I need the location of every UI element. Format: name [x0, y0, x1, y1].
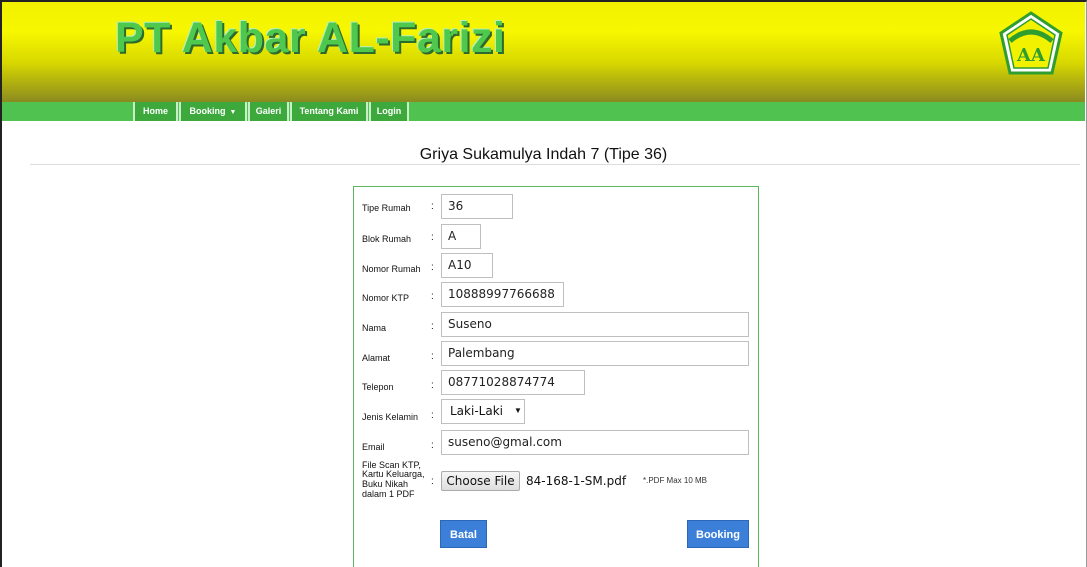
tipe-rumah-label: Tipe Rumah: [362, 203, 411, 213]
separator: :: [431, 476, 434, 487]
divider: [30, 164, 1080, 165]
nama-label: Nama: [362, 323, 387, 333]
alamat-label: Alamat: [362, 353, 391, 363]
cancel-button[interactable]: Batal: [440, 520, 487, 548]
tipe-rumah-input[interactable]: 36: [441, 194, 513, 219]
booking-button[interactable]: Booking: [687, 520, 749, 548]
separator: :: [431, 380, 434, 391]
email-label: Email: [362, 442, 385, 452]
separator: :: [431, 321, 434, 332]
file-size-hint: *.PDF Max 10 MB: [643, 476, 708, 485]
nav-login[interactable]: Login: [369, 102, 409, 121]
jenis-kelamin-select[interactable]: Laki-Laki: [441, 399, 525, 424]
separator: :: [431, 201, 434, 212]
jenis-kelamin-label: Jenis Kelamin: [362, 412, 419, 422]
nav-home[interactable]: Home: [133, 102, 178, 121]
company-logo-icon: AA: [999, 11, 1063, 75]
separator: :: [431, 410, 434, 421]
separator: :: [431, 351, 434, 362]
separator: :: [431, 291, 434, 302]
selected-file-name: 84-168-1-SM.pdf: [526, 474, 627, 488]
separator: :: [431, 440, 434, 451]
separator: :: [431, 262, 434, 273]
nav-tentang-kami-label: Tentang Kami: [299, 106, 359, 116]
nama-input[interactable]: Suseno: [441, 312, 749, 337]
nomor-rumah-label: Nomor Rumah: [362, 264, 421, 274]
telepon-input[interactable]: 08771028874774: [441, 370, 585, 395]
choose-file-button[interactable]: Choose File: [441, 471, 520, 491]
nav-tentang-kami[interactable]: Tentang Kami: [290, 102, 368, 121]
separator: :: [431, 232, 434, 243]
blok-rumah-input[interactable]: A: [441, 224, 481, 249]
nav-booking[interactable]: Booking ▼: [179, 102, 247, 121]
chevron-down-icon: ▼: [514, 406, 522, 415]
email-input[interactable]: suseno@gmal.com: [441, 430, 749, 455]
nomor-rumah-input[interactable]: A10: [441, 253, 493, 278]
nav-home-label: Home: [142, 106, 168, 116]
nav-galeri-label: Galeri: [255, 106, 282, 116]
alamat-input[interactable]: Palembang: [441, 341, 749, 366]
page-title: Griya Sukamulya Indah 7 (Tipe 36): [419, 146, 668, 163]
telepon-label: Telepon: [362, 382, 394, 392]
file-label-line-4: dalam 1 PDF: [362, 489, 415, 499]
nav-galeri[interactable]: Galeri: [248, 102, 289, 121]
nav-booking-label: Booking: [189, 106, 226, 116]
blok-rumah-label: Blok Rumah: [362, 234, 412, 244]
nomor-ktp-label: Nomor KTP: [362, 293, 410, 303]
site-brand-title: PT Akbar AL-Farizi: [115, 14, 506, 62]
svg-text:AA: AA: [1016, 45, 1046, 66]
chevron-down-icon: ▼: [229, 109, 237, 116]
nav-login-label: Login: [376, 106, 402, 116]
nomor-ktp-input[interactable]: 10888997766688: [441, 282, 564, 307]
